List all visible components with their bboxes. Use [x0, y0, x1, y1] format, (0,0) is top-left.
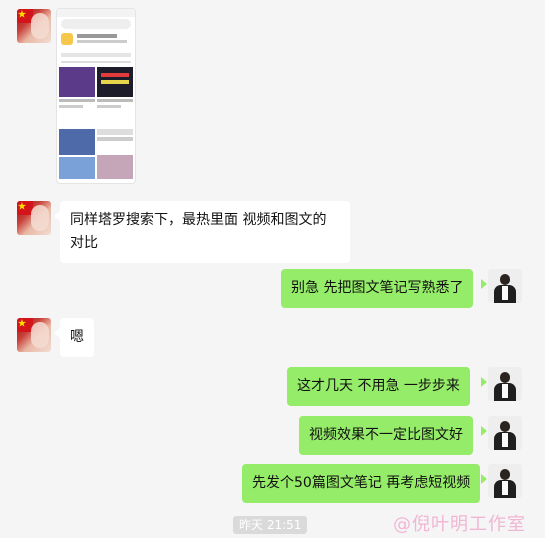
avatar-head: [500, 469, 510, 480]
bubble-tail: [481, 474, 487, 484]
contact-avatar[interactable]: [17, 318, 51, 352]
bubble-tail: [481, 279, 487, 289]
bubble-tail: [481, 377, 487, 387]
my-avatar[interactable]: [488, 416, 522, 450]
avatar-shirt: [502, 481, 508, 495]
my-avatar[interactable]: [488, 464, 522, 498]
message-bubble[interactable]: 嗯: [60, 318, 94, 357]
message-bubble[interactable]: 先发个50篇图文笔记 再考虑短视频: [242, 464, 481, 503]
contact-avatar[interactable]: [17, 201, 51, 235]
message-bubble[interactable]: 别急 先把图文笔记写熟悉了: [281, 269, 474, 308]
avatar-shirt: [502, 433, 508, 447]
timestamp-label: 昨天 21:51: [233, 516, 308, 534]
message-bubble[interactable]: 这才几天 不用急 一步步来: [287, 367, 470, 406]
my-avatar[interactable]: [488, 269, 522, 303]
avatar-shirt: [502, 384, 508, 398]
my-avatar[interactable]: [488, 367, 522, 401]
avatar-shirt: [502, 286, 508, 300]
bubble-tail: [481, 426, 487, 436]
avatar-head: [500, 274, 510, 285]
message-bubble[interactable]: 同样塔罗搜索下，最热里面 视频和图文的对比: [60, 201, 350, 263]
message-bubble[interactable]: 视频效果不一定比图文好: [299, 416, 473, 455]
watermark: @倪叶明工作室: [393, 514, 526, 535]
avatar-face: [31, 205, 49, 231]
shared-screenshot-image[interactable]: [57, 9, 135, 183]
avatar-head: [500, 372, 510, 383]
contact-avatar[interactable]: [17, 9, 51, 43]
avatar-head: [500, 421, 510, 432]
avatar-face: [31, 13, 49, 39]
avatar-face: [31, 322, 49, 348]
